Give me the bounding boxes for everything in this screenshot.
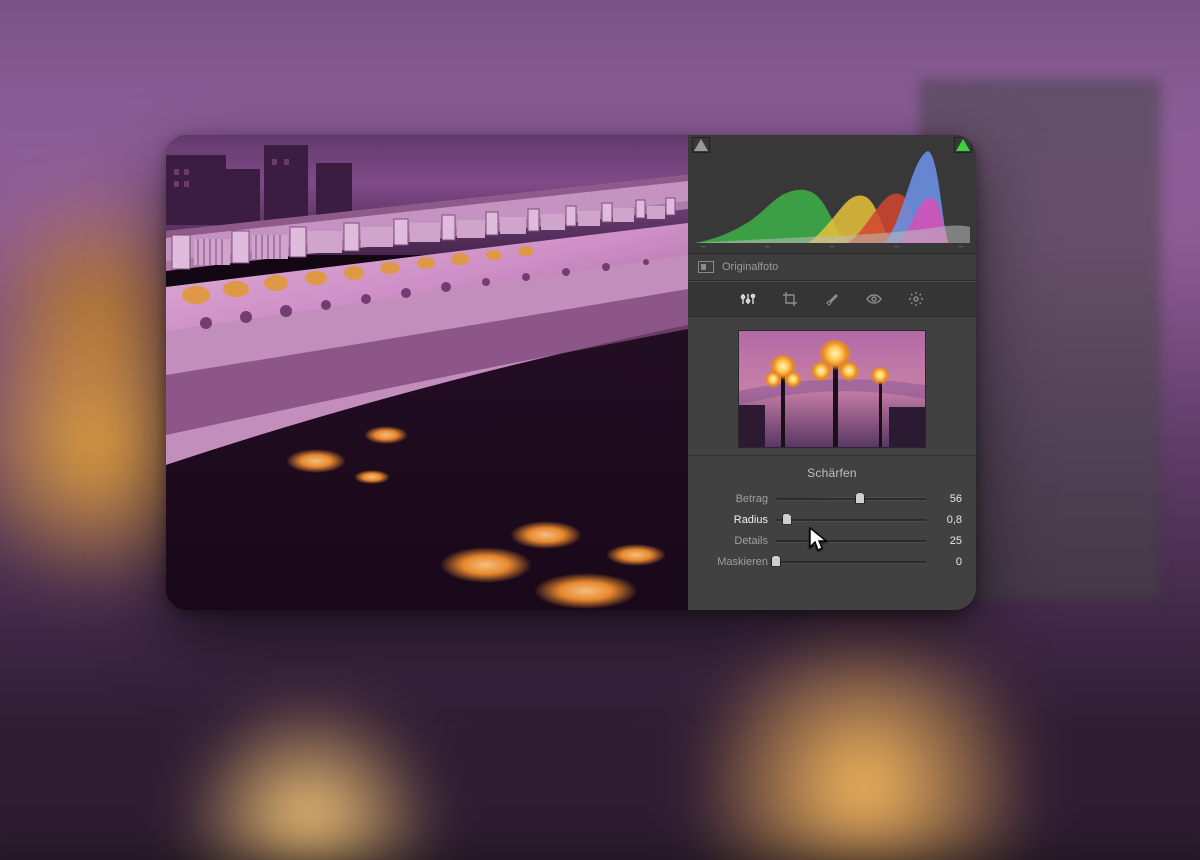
radial-icon[interactable]: [908, 291, 924, 307]
develop-sidebar: –– –– – Originalfoto: [688, 135, 976, 610]
brush-icon[interactable]: [824, 291, 840, 307]
slider-value: 25: [934, 535, 962, 547]
eye-icon[interactable]: [866, 291, 882, 307]
sliders-icon[interactable]: [740, 291, 756, 307]
slider-knob[interactable]: [782, 513, 792, 525]
histogram[interactable]: –– –– –: [688, 135, 976, 254]
tool-strip: [688, 281, 976, 317]
sharpen-panel: Schärfen Betrag 56 Radius 0,8 Details 25 Maski…: [688, 456, 976, 610]
detail-thumbnail-wrap: [688, 317, 976, 456]
slider-value: 0,8: [934, 514, 962, 526]
slider-label: Radius: [702, 514, 768, 526]
before-after-icon: [698, 261, 714, 273]
histogram-ticks: –– –– –: [688, 241, 976, 251]
slider-betrag[interactable]: Betrag 56: [702, 488, 962, 509]
slider-radius[interactable]: Radius 0,8: [702, 509, 962, 530]
slider-track[interactable]: [776, 538, 926, 544]
crop-icon[interactable]: [782, 291, 798, 307]
panel-title: Schärfen: [702, 466, 962, 480]
slider-details[interactable]: Details 25: [702, 530, 962, 551]
originalfoto-label: Originalfoto: [722, 261, 778, 273]
detail-thumbnail[interactable]: [739, 331, 925, 447]
slider-label: Details: [702, 535, 768, 547]
image-preview[interactable]: [166, 135, 688, 610]
slider-maskieren[interactable]: Maskieren 0: [702, 551, 962, 572]
editor-window: –– –– – Originalfoto: [166, 135, 976, 610]
slider-knob[interactable]: [855, 492, 865, 504]
slider-track[interactable]: [776, 496, 926, 502]
slider-label: Maskieren: [702, 556, 768, 568]
slider-label: Betrag: [702, 493, 768, 505]
slider-knob[interactable]: [771, 555, 781, 567]
slider-track[interactable]: [776, 517, 926, 523]
slider-track[interactable]: [776, 559, 926, 565]
slider-knob[interactable]: [809, 534, 819, 546]
originalfoto-toggle[interactable]: Originalfoto: [688, 254, 976, 281]
slider-value: 0: [934, 556, 962, 568]
slider-value: 56: [934, 493, 962, 505]
